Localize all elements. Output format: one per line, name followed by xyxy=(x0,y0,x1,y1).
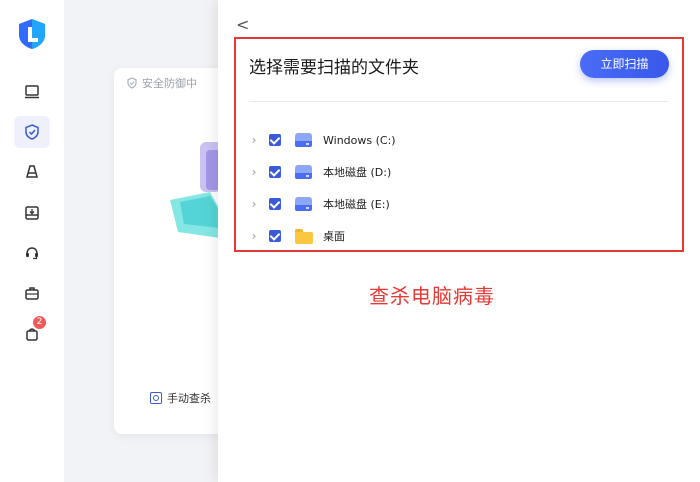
folder-row[interactable]: › Windows (C:) xyxy=(249,129,396,151)
folder-label: 本地磁盘 (E:) xyxy=(323,198,390,211)
expand-chevron-icon[interactable]: › xyxy=(249,133,259,147)
manual-scan-label: 手动查杀 xyxy=(167,392,211,405)
expand-chevron-icon[interactable]: › xyxy=(249,229,259,243)
nav-computer-button[interactable] xyxy=(14,76,50,108)
left-nav-rail: 2 xyxy=(0,0,64,482)
briefcase-icon xyxy=(25,287,39,300)
folder-row[interactable]: › 本地磁盘 (D:) xyxy=(249,161,391,183)
shield-illustration-icon xyxy=(170,142,220,238)
drive-icon xyxy=(295,197,312,211)
drawer-title: 选择需要扫描的文件夹 xyxy=(249,58,419,78)
manual-scan-button[interactable]: 手动查杀 xyxy=(150,390,211,406)
folder-icon xyxy=(295,228,313,244)
protection-status: 安全防御中 xyxy=(126,75,197,91)
folder-checkbox[interactable] xyxy=(269,230,281,242)
nav-briefcase-button[interactable] xyxy=(14,277,50,309)
folder-row[interactable]: › 本地磁盘 (E:) xyxy=(249,193,390,215)
back-button[interactable]: < xyxy=(236,15,252,35)
app-logo-icon xyxy=(19,19,45,49)
shield-check-icon xyxy=(25,124,39,140)
divider xyxy=(249,101,668,102)
expand-chevron-icon[interactable]: › xyxy=(249,165,259,179)
folder-row[interactable]: › 桌面 xyxy=(249,225,345,247)
folder-label: Windows (C:) xyxy=(323,133,396,147)
monitor-icon xyxy=(25,85,39,99)
folder-checkbox[interactable] xyxy=(269,166,281,178)
folder-label: 本地磁盘 (D:) xyxy=(323,166,392,179)
drive-icon xyxy=(295,133,312,147)
notification-badge: 2 xyxy=(33,316,46,329)
nav-cleanup-button[interactable] xyxy=(14,156,50,188)
folder-checkbox[interactable] xyxy=(269,198,281,210)
folder-label: 桌面 xyxy=(323,230,345,243)
annotation-caption: 查杀电脑病毒 xyxy=(369,284,495,308)
download-box-icon xyxy=(25,206,39,220)
nav-support-button[interactable] xyxy=(14,237,50,269)
scan-now-button[interactable]: 立即扫描 xyxy=(580,50,669,78)
broom-icon xyxy=(26,165,38,178)
folder-checkbox[interactable] xyxy=(269,134,281,146)
nav-shop-button[interactable]: 2 xyxy=(14,316,50,350)
nav-protection-button[interactable] xyxy=(14,116,50,148)
status-text: 安全防御中 xyxy=(142,77,197,90)
drive-icon xyxy=(295,165,312,179)
headset-icon xyxy=(26,247,38,260)
magnifier-icon xyxy=(150,392,162,404)
expand-chevron-icon[interactable]: › xyxy=(249,197,259,211)
nav-toolbox-button[interactable] xyxy=(14,197,50,229)
shield-outline-icon xyxy=(127,77,137,89)
